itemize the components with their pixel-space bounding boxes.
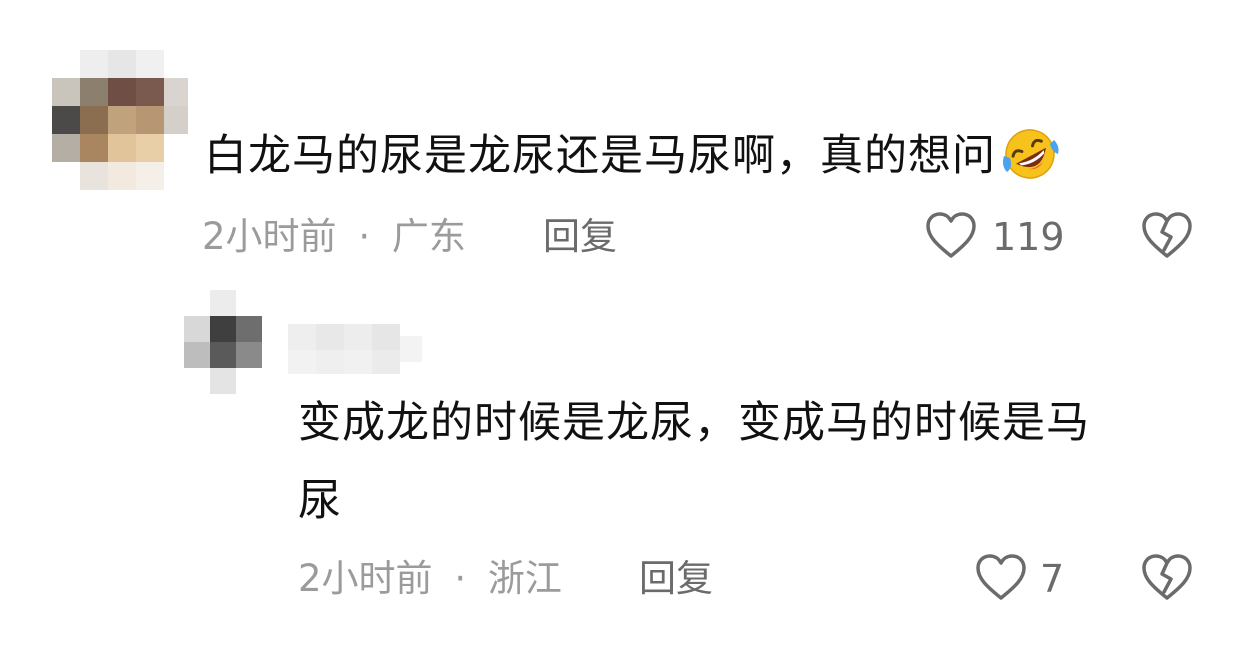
comment-2: 变成龙的时候是龙尿，变成马的时候是马 尿 2小时前 · 浙江 回复 7 — [0, 280, 1260, 667]
heart-icon — [926, 212, 976, 258]
reply-location: 浙江 — [487, 557, 562, 600]
reply-button[interactable]: 回复 — [639, 557, 713, 601]
dislike-button[interactable] — [1140, 552, 1196, 604]
comment-location: 广东 — [391, 215, 466, 258]
like-button[interactable] — [924, 210, 980, 262]
reply-text-line-2: 尿 — [298, 476, 342, 526]
comment-meta: 2小时前 · 广东 — [202, 215, 466, 259]
meta-separator: · — [454, 557, 467, 600]
broken-heart-icon — [1142, 212, 1192, 258]
reply-time: 2小时前 — [298, 557, 433, 600]
comment-text: 白龙马的尿是龙尿还是马尿啊，真的想问 — [204, 126, 1060, 195]
laughing-crying-emoji-icon — [1000, 126, 1060, 195]
like-button[interactable] — [974, 552, 1030, 604]
reply-meta: 2小时前 · 浙江 — [298, 557, 562, 601]
like-count: 7 — [1040, 557, 1065, 601]
reply-text-line-1: 变成龙的时候是龙尿，变成马的时候是马 — [298, 398, 1090, 448]
heart-icon — [976, 554, 1026, 600]
avatar[interactable] — [52, 50, 188, 190]
comment-1: 白龙马的尿是龙尿还是马尿啊，真的想问 2小时前 · 广东 回复 119 — [0, 0, 1260, 280]
reply-button[interactable]: 回复 — [543, 215, 617, 259]
comment-time: 2小时前 — [202, 215, 337, 258]
broken-heart-icon — [1142, 554, 1192, 600]
like-count: 119 — [992, 215, 1065, 259]
comment-text-content: 白龙马的尿是龙尿还是马尿啊，真的想问 — [204, 131, 996, 181]
meta-separator: · — [358, 215, 371, 258]
reply-avatar[interactable] — [184, 290, 424, 400]
dislike-button[interactable] — [1140, 210, 1196, 262]
